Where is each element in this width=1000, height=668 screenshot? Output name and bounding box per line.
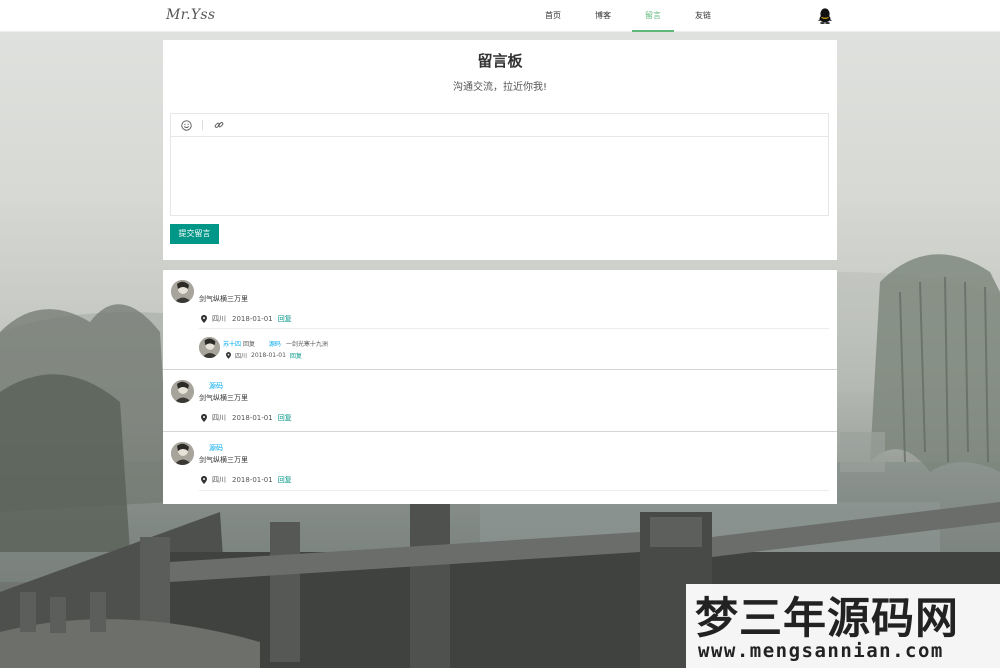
link-icon[interactable] (213, 119, 225, 131)
avatar[interactable] (199, 337, 220, 358)
comment-date: 2018-01-01 (232, 414, 273, 422)
comment-item: 源码 剑气纵横三万里 四川 2018-01-01 回复 (163, 432, 837, 504)
page-subtitle: 沟通交流，拉近你我! (452, 82, 547, 93)
comment-meta: 四川 2018-01-01 回复 (201, 413, 292, 423)
nav-item-guestbook[interactable]: 留言 (628, 0, 678, 32)
toolbar-divider (202, 120, 203, 130)
site-logo[interactable]: Mr.Yss (166, 7, 215, 23)
comment-text: 剑气纵横三万里 (199, 456, 248, 464)
reply-text: 一剑光寒十九洲 (285, 341, 328, 348)
comment-meta: 四川 2018-01-01 回复 (201, 475, 292, 485)
reply-meta: 四川 2018-01-01 回复 (226, 351, 302, 360)
location-pin-icon (226, 352, 231, 359)
comment-location: 四川 (212, 476, 226, 484)
avatar[interactable] (171, 442, 194, 465)
reply-action: 回复 (242, 341, 255, 348)
watermark-title: 梦三年源码网 (695, 594, 959, 644)
comment-item: 剑气纵横三万里 四川 2018-01-01 回复 苏十四 回复 源码 一剑光寒十… (163, 270, 837, 369)
comment-author[interactable]: 源码 (209, 443, 223, 453)
qq-icon[interactable] (818, 8, 832, 24)
comment-location: 四川 (212, 414, 226, 422)
comment-item: 源码 剑气纵横三万里 四川 2018-01-01 回复 (163, 370, 837, 431)
reply-link[interactable]: 回复 (278, 475, 292, 485)
editor-toolbar (171, 114, 828, 137)
comment-author[interactable]: 源码 (209, 381, 223, 391)
divider (199, 328, 829, 329)
comment-meta: 四川 2018-01-01 回复 (201, 314, 292, 324)
reply-link[interactable]: 回复 (278, 314, 292, 324)
comment-date: 2018-01-01 (232, 315, 273, 323)
location-pin-icon (201, 476, 207, 484)
watermark-url: www.mengsannian.com (698, 640, 944, 662)
reply-link[interactable]: 回复 (278, 413, 292, 423)
avatar[interactable] (171, 380, 194, 403)
page-title: 留言板 (477, 52, 523, 70)
location-pin-icon (201, 315, 207, 323)
reply-line: 苏十四 回复 源码 一剑光寒十九洲 (223, 339, 328, 348)
comment-text: 剑气纵横三万里 (199, 295, 248, 303)
reply-location: 四川 (235, 353, 248, 360)
top-header: Mr.Yss 首页 博客 留言 友链 (0, 0, 1000, 32)
smile-icon[interactable] (180, 119, 192, 131)
reply-link[interactable]: 回复 (290, 351, 302, 360)
comments-card: 剑气纵横三万里 四川 2018-01-01 回复 苏十四 回复 源码 一剑光寒十… (163, 270, 837, 504)
nav-item-blog[interactable]: 博客 (578, 0, 628, 32)
watermark: 梦三年源码网 www.mengsannian.com (686, 584, 1000, 668)
main-nav: 首页 博客 留言 友链 (528, 0, 728, 32)
location-pin-icon (201, 414, 207, 422)
avatar[interactable] (171, 280, 194, 303)
guestbook-card: 留言板 沟通交流，拉近你我! 提交留言 (163, 40, 837, 260)
comment-date: 2018-01-01 (232, 476, 273, 484)
message-editor (170, 113, 829, 216)
message-textarea[interactable] (171, 137, 828, 215)
reply-target[interactable]: 源码 (269, 341, 281, 348)
submit-message-button[interactable]: 提交留言 (170, 224, 219, 244)
comment-location: 四川 (212, 315, 226, 323)
nav-item-home[interactable]: 首页 (528, 0, 578, 32)
reply-date: 2018-01-01 (251, 352, 286, 359)
nav-item-links[interactable]: 友链 (678, 0, 728, 32)
reply-author[interactable]: 苏十四 (223, 341, 241, 348)
comment-text: 剑气纵横三万里 (199, 394, 248, 402)
divider (199, 490, 829, 491)
